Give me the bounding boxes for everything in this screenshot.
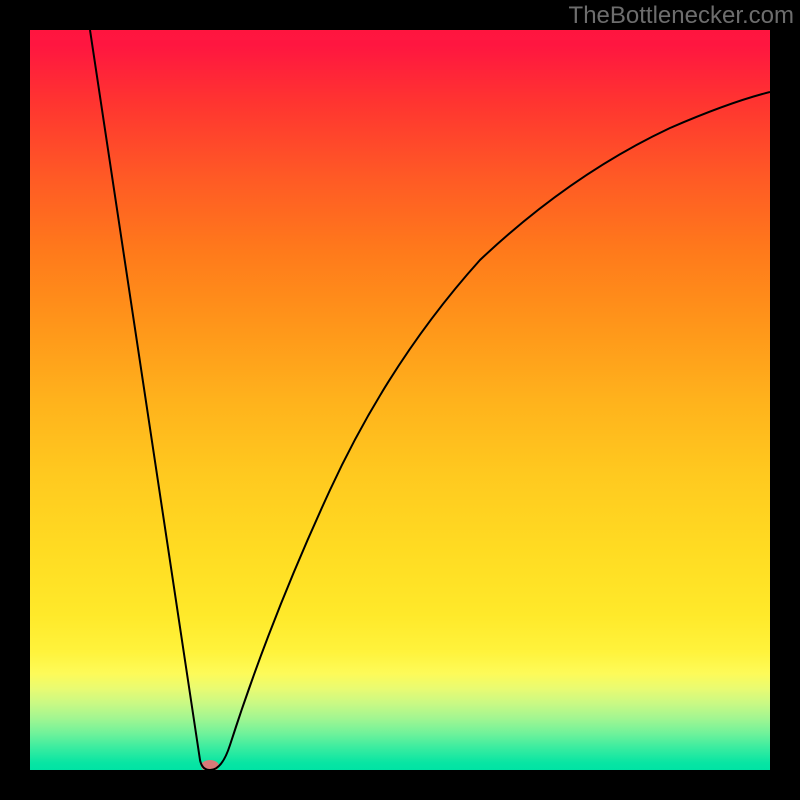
plot-area — [30, 30, 770, 770]
curve-path — [90, 30, 770, 770]
watermark-text: TheBottlenecker.com — [569, 2, 794, 30]
chart-frame: TheBottlenecker.com — [0, 0, 800, 800]
chart-svg — [30, 30, 770, 770]
